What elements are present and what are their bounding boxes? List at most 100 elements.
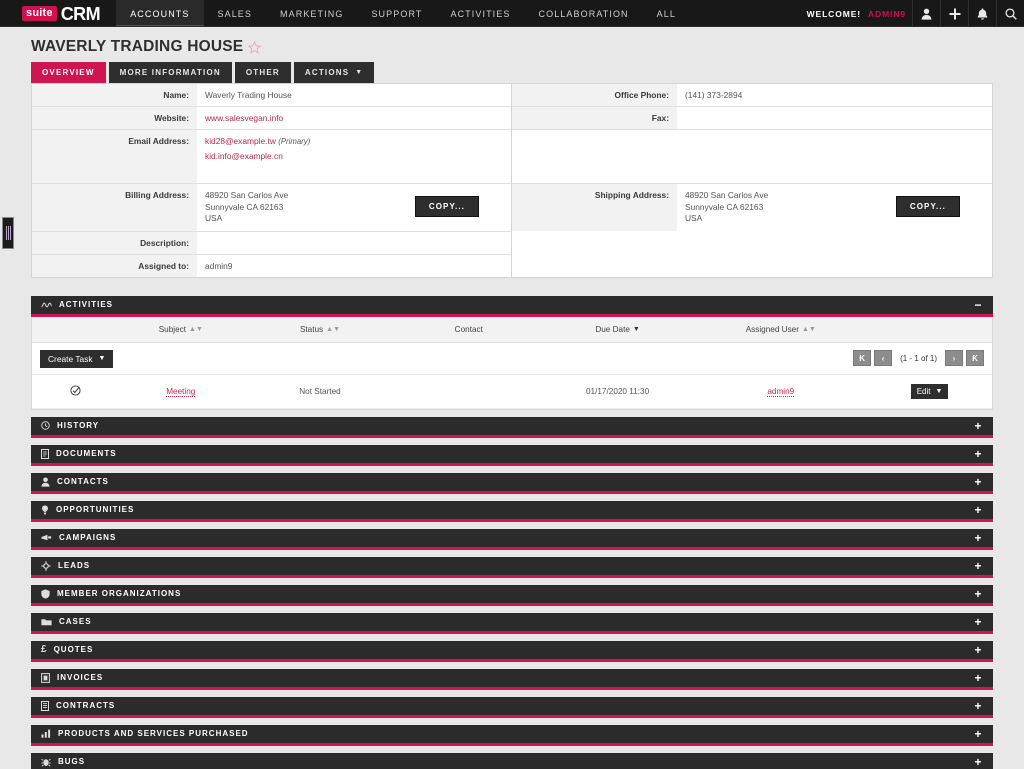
chevron-down-icon: ▼: [355, 69, 364, 76]
pulse-icon: [41, 301, 52, 309]
panel-header-leads[interactable]: LEADS +: [31, 556, 993, 578]
panel-expand-toggle-contracts[interactable]: +: [971, 700, 985, 712]
detail-column-left: Name: Waverly Trading House Website: www…: [32, 84, 512, 277]
column-header-due-date[interactable]: Due Date ▼: [540, 316, 695, 343]
nav-item-activities[interactable]: ACTIVITIES: [436, 0, 524, 27]
top-navigation-bar: suite CRM ACCOUNTS SALES MARKETING SUPPO…: [0, 0, 1024, 27]
panel-expand-toggle-campaigns[interactable]: +: [971, 532, 985, 544]
panel-header-member-organizations[interactable]: MEMBER ORGANIZATIONS +: [31, 584, 993, 606]
pagination-last-button[interactable]: Ƙ: [966, 350, 984, 366]
create-task-label: Create Task: [48, 353, 93, 364]
panel-header-products-services-purchased[interactable]: PRODUCTS AND SERVICES PURCHASED +: [31, 724, 993, 746]
nav-item-accounts[interactable]: ACCOUNTS: [116, 0, 204, 27]
field-value-description: [197, 231, 511, 254]
panel-header-campaigns[interactable]: CAMPAIGNS +: [31, 528, 993, 550]
sidebar-toggle-handle[interactable]: [2, 217, 14, 249]
row-due-date-cell: 01/17/2020 11:30: [540, 374, 695, 409]
panel-expand-toggle-member-organizations[interactable]: +: [971, 588, 985, 600]
column-header-due-date-label: Due Date: [595, 324, 630, 334]
website-link[interactable]: www.salesvegan.info: [205, 113, 283, 123]
email-line-primary: kid28@example.tw (Primary): [205, 136, 503, 146]
page-container: WAVERLY TRADING HOUSE OVERVIEW MORE INFO…: [0, 27, 1024, 769]
field-value-email: kid28@example.tw (Primary) kid.info@exam…: [197, 130, 511, 183]
panel-title-campaigns: CAMPAIGNS: [59, 533, 117, 542]
pagination-first-button[interactable]: K: [853, 350, 872, 366]
panel-expand-toggle-history[interactable]: +: [971, 420, 985, 432]
tab-more-information[interactable]: MORE INFORMATION: [108, 62, 232, 83]
lightbulb-icon: [41, 504, 49, 515]
email-link-secondary[interactable]: kid.info@example.cn: [205, 151, 283, 161]
document-icon: [41, 448, 49, 459]
panel-expand-toggle-products-services-purchased[interactable]: +: [971, 728, 985, 740]
email-link-primary[interactable]: kid28@example.tw: [205, 136, 276, 146]
panel-title-history: HISTORY: [57, 421, 100, 430]
copy-shipping-address-button[interactable]: COPY...: [895, 196, 960, 217]
column-header-status[interactable]: Status ▲▼: [243, 316, 397, 343]
field-value-assigned-to: admin9: [197, 254, 511, 277]
panel-expand-toggle-invoices[interactable]: +: [971, 672, 985, 684]
panel-title-leads: LEADS: [58, 561, 91, 570]
current-user-name[interactable]: ADMIN9: [868, 9, 906, 19]
panel-header-contracts[interactable]: CONTRACTS +: [31, 696, 993, 718]
pagination-prev-button[interactable]: ‹: [874, 350, 893, 366]
panel-expand-toggle-contacts[interactable]: +: [971, 476, 985, 488]
suitecrm-logo[interactable]: suite CRM: [0, 0, 116, 27]
activities-panel-header[interactable]: ACTIVITIES −: [31, 295, 993, 317]
megaphone-icon: [41, 534, 52, 542]
user-icon[interactable]: [912, 0, 940, 27]
activity-subject-link[interactable]: Meeting: [166, 386, 196, 397]
assigned-user-link[interactable]: admin9: [767, 386, 795, 397]
field-value-shipping-address: 48920 San Carlos Ave Sunnyvale CA 62163 …: [677, 184, 992, 231]
bar-chart-icon: [41, 729, 51, 738]
sort-icon-assigned-user: ▲▼: [801, 325, 816, 333]
tab-overview[interactable]: OVERVIEW: [31, 62, 106, 83]
nav-item-support[interactable]: SUPPORT: [357, 0, 436, 27]
bell-icon[interactable]: [968, 0, 996, 27]
panel-products-services-purchased: PRODUCTS AND SERVICES PURCHASED +: [31, 724, 993, 746]
panel-title-contacts: CONTACTS: [57, 477, 109, 486]
column-header-assigned-user[interactable]: Assigned User ▲▼: [694, 316, 868, 343]
panel-expand-toggle-documents[interactable]: +: [971, 448, 985, 460]
create-task-button[interactable]: Create Task ▼: [40, 349, 114, 368]
panel-header-bugs[interactable]: BUGS +: [31, 752, 993, 769]
copy-billing-address-button[interactable]: COPY...: [414, 196, 479, 217]
edit-button[interactable]: Edit ▼: [910, 383, 949, 399]
sort-icon-status: ▲▼: [326, 325, 341, 333]
nav-item-all[interactable]: ALL: [643, 0, 690, 27]
panel-header-history[interactable]: HISTORY +: [31, 416, 993, 438]
panel-expand-toggle-opportunities[interactable]: +: [971, 504, 985, 516]
panel-header-contacts[interactable]: CONTACTS +: [31, 472, 993, 494]
shield-icon: [41, 588, 50, 599]
panel-header-cases[interactable]: CASES +: [31, 612, 993, 634]
field-label-website: Website:: [32, 107, 197, 129]
panel-expand-toggle-quotes[interactable]: +: [971, 644, 985, 656]
gear-icon: [41, 560, 51, 571]
nav-item-sales[interactable]: SALES: [204, 0, 267, 27]
task-check-icon[interactable]: [70, 384, 81, 398]
field-label-name: Name:: [32, 84, 197, 106]
pagination-next-button[interactable]: ›: [945, 350, 963, 366]
nav-item-collaboration[interactable]: COLLABORATION: [525, 0, 643, 27]
tab-other[interactable]: OTHER: [234, 62, 291, 83]
panel-title-quotes: QUOTES: [53, 645, 94, 654]
panel-expand-toggle-cases[interactable]: +: [971, 616, 985, 628]
field-label-billing-address: Billing Address:: [32, 184, 197, 231]
field-label-shipping-address: Shipping Address:: [512, 184, 677, 231]
activities-collapse-toggle[interactable]: −: [971, 299, 985, 311]
nav-item-marketing[interactable]: MARKETING: [266, 0, 357, 27]
search-icon[interactable]: [996, 0, 1024, 27]
panel-header-documents[interactable]: DOCUMENTS +: [31, 444, 993, 466]
panel-header-invoices[interactable]: INVOICES +: [31, 668, 993, 690]
panel-expand-toggle-leads[interactable]: +: [971, 560, 985, 572]
plus-icon[interactable]: [940, 0, 968, 27]
panel-header-opportunities[interactable]: OPPORTUNITIES +: [31, 500, 993, 522]
email-line-secondary: kid.info@example.cn: [205, 151, 503, 161]
field-label-assigned-to: Assigned to:: [32, 254, 197, 277]
column-header-contact[interactable]: Contact: [396, 316, 541, 343]
page-title: WAVERLY TRADING HOUSE: [31, 38, 244, 55]
activities-toolbar-row: Create Task ▼ K ‹ (1 - 1 of 1) › Ƙ: [32, 342, 992, 375]
panel-expand-toggle-bugs[interactable]: +: [971, 756, 985, 768]
star-icon[interactable]: [248, 40, 262, 54]
tab-actions[interactable]: ACTIONS ▼: [293, 62, 375, 83]
column-header-subject[interactable]: Subject ▲▼: [118, 316, 244, 343]
